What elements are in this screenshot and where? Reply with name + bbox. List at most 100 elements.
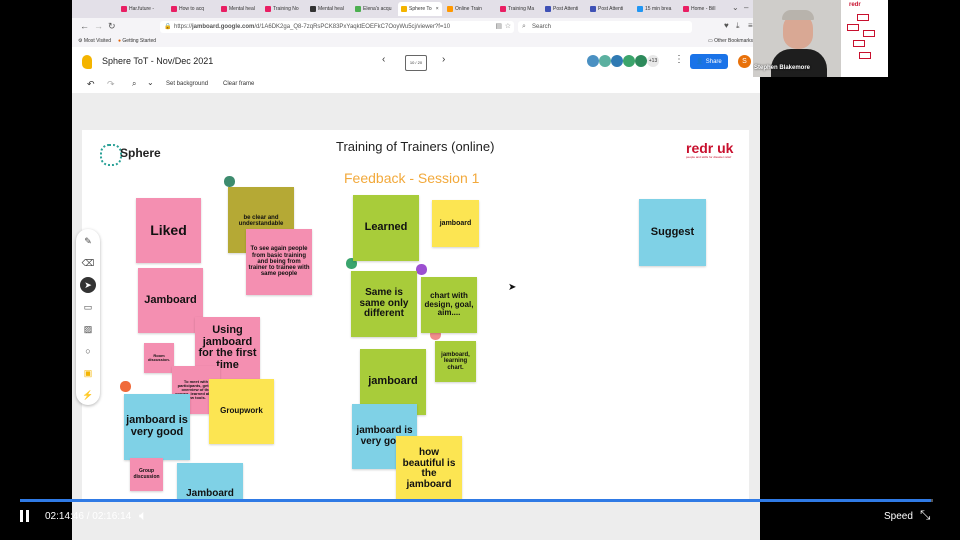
- sticky-note[interactable]: To see again people from basic training …: [246, 229, 312, 295]
- sticky-note[interactable]: Liked: [136, 198, 201, 263]
- tab-favicon-icon: [265, 6, 271, 12]
- reader-view-icon[interactable]: ▤: [495, 21, 502, 33]
- url-field[interactable]: 🔒 https://jamboard.google.com/d/1A6DK2ga…: [160, 21, 514, 33]
- bookmark-star-icon[interactable]: ☆: [505, 21, 511, 33]
- circle-icon[interactable]: ○: [80, 343, 96, 359]
- browser-tab[interactable]: Training No: [262, 2, 304, 16]
- tab-label: Online Train: [455, 6, 482, 12]
- frame-counter-button[interactable]: 10 / 20: [405, 55, 427, 71]
- sticky-note[interactable]: Groupwork: [209, 379, 274, 444]
- extra-viewers-badge[interactable]: +13: [647, 55, 659, 67]
- more-options-icon[interactable]: ⋮: [674, 54, 684, 65]
- lock-icon: 🔒: [164, 24, 172, 30]
- close-icon[interactable]: ×: [436, 6, 439, 12]
- zoom-icon[interactable]: ⌕: [132, 79, 136, 89]
- pocket-icon[interactable]: ♥: [724, 21, 729, 30]
- minimize-icon[interactable]: –: [744, 3, 748, 12]
- sticky-note[interactable]: Jamboard: [177, 463, 243, 500]
- sticky-note[interactable]: jamboard: [432, 200, 479, 247]
- download-icon[interactable]: ⤓: [736, 21, 740, 31]
- mouse-cursor-icon: ➤: [508, 282, 517, 293]
- next-frame-icon[interactable]: ›: [442, 54, 445, 65]
- folder-icon: ▭: [708, 38, 713, 44]
- speed-button[interactable]: Speed: [884, 511, 913, 522]
- url-path: /d/1A6DK2ga_Q8-7zqRsPCK83PxYaqktEOEFkC7O…: [254, 24, 451, 30]
- search-field[interactable]: ⌕ Search: [518, 21, 692, 33]
- tab-favicon-icon: [355, 6, 361, 12]
- sticky-note[interactable]: Jamboard: [138, 268, 203, 333]
- location-pin-icon[interactable]: [119, 380, 132, 393]
- bookmark-most-visited[interactable]: ⚙ Most Visited: [78, 38, 111, 44]
- frame-subtitle: Feedback - Session 1: [344, 170, 480, 186]
- tab-label: Training No: [273, 6, 299, 12]
- bookmark-getting-started[interactable]: ● Getting Started: [118, 38, 156, 44]
- sticky-note[interactable]: Same is same only different: [351, 271, 417, 337]
- slide-logo: redr: [849, 2, 861, 8]
- sticky-note[interactable]: Learned: [353, 195, 419, 261]
- pen-icon[interactable]: ✎: [80, 233, 96, 249]
- share-button[interactable]: 👤 Share: [690, 54, 728, 69]
- chevron-down-icon[interactable]: ⌄: [147, 78, 154, 87]
- progress-fill: [20, 499, 932, 502]
- slide-diagram: [847, 24, 859, 31]
- browser-tab[interactable]: Mental heal: [218, 2, 260, 16]
- sticky-note[interactable]: Group discussion: [130, 458, 163, 491]
- sphere-logo-text: Sphere: [120, 146, 161, 160]
- document-title[interactable]: Sphere ToT - Nov/Dec 2021: [102, 56, 213, 66]
- tab-label: Post Attenti: [598, 6, 624, 12]
- slide-diagram: [863, 30, 875, 37]
- jam-frame[interactable]: Sphere Training of Trainers (online) red…: [82, 130, 749, 500]
- browser-tab[interactable]: Har.future -: [118, 2, 160, 16]
- tab-favicon-icon: [221, 6, 227, 12]
- browser-tab[interactable]: Post Attenti: [542, 2, 584, 16]
- image-icon[interactable]: ▨: [80, 321, 96, 337]
- browser-tab[interactable]: 15 min brea: [634, 2, 676, 16]
- search-icon: ⌕: [522, 23, 526, 30]
- reload-icon[interactable]: ↻: [108, 21, 116, 32]
- browser-tab[interactable]: Training Ma: [497, 2, 539, 16]
- tab-list-icon[interactable]: ⌄: [732, 3, 739, 12]
- tab-label: How to acq: [179, 6, 205, 12]
- tab-label: Sphere To: [409, 6, 432, 12]
- slide-diagram: [857, 14, 869, 21]
- browser-tab[interactable]: Home - Bill: [680, 2, 722, 16]
- undo-icon[interactable]: ↶: [87, 79, 95, 90]
- menu-icon[interactable]: ≡: [748, 21, 753, 30]
- avatar: [599, 55, 611, 67]
- sticky-note[interactable]: jamboard is very good: [124, 394, 190, 460]
- tool-palette: ✎ ⌫ ➤ ▭ ▨ ○ ▣ ⚡: [76, 229, 100, 405]
- redo-icon[interactable]: ↷: [107, 79, 115, 90]
- prev-frame-icon[interactable]: ‹: [382, 54, 385, 65]
- pause-icon[interactable]: [20, 510, 32, 523]
- sticky-note[interactable]: Room discussion.: [144, 343, 174, 373]
- text-box-icon[interactable]: ▣: [80, 365, 96, 381]
- browser-tab[interactable]: Post Attenti: [587, 2, 629, 16]
- laser-icon[interactable]: ⚡: [80, 387, 96, 403]
- browser-tab[interactable]: Mental heal: [307, 2, 349, 16]
- speaker-name: Stephen Blakemore: [754, 65, 811, 71]
- browser-tab[interactable]: Elena's acqu: [352, 2, 394, 16]
- volume-icon[interactable]: 🔈︎: [139, 507, 147, 524]
- user-avatar[interactable]: S: [738, 55, 751, 68]
- sticky-note[interactable]: how beautiful is the jamboard: [396, 436, 462, 500]
- sticky-note[interactable]: chart with design, goal, aim....: [421, 277, 477, 333]
- tab-favicon-icon: [637, 6, 643, 12]
- back-icon[interactable]: ←: [80, 21, 89, 31]
- sticky-note-icon[interactable]: ▭: [80, 299, 96, 315]
- clear-frame-button[interactable]: Clear frame: [223, 81, 254, 87]
- eraser-icon[interactable]: ⌫: [80, 255, 96, 271]
- sticky-note[interactable]: jamboard, learning chart.: [435, 341, 476, 382]
- browser-tab-active[interactable]: Sphere To ×: [398, 2, 442, 16]
- forward-icon[interactable]: →: [94, 21, 103, 31]
- browser-tab[interactable]: How to acq: [168, 2, 210, 16]
- select-arrow-icon[interactable]: ➤: [80, 277, 96, 293]
- other-bookmarks[interactable]: ▭ Other Bookmarks: [708, 38, 753, 44]
- tab-label: Training Ma: [508, 6, 535, 12]
- person-add-icon: 👤: [696, 59, 704, 65]
- set-background-button[interactable]: Set background: [166, 81, 208, 87]
- browser-tab[interactable]: Online Train: [444, 2, 486, 16]
- exit-fullscreen-icon[interactable]: ⤡: [920, 507, 930, 523]
- jamboard-logo-icon: [82, 55, 92, 69]
- tab-favicon-icon: [171, 6, 177, 12]
- sticky-note[interactable]: Suggest: [639, 199, 706, 266]
